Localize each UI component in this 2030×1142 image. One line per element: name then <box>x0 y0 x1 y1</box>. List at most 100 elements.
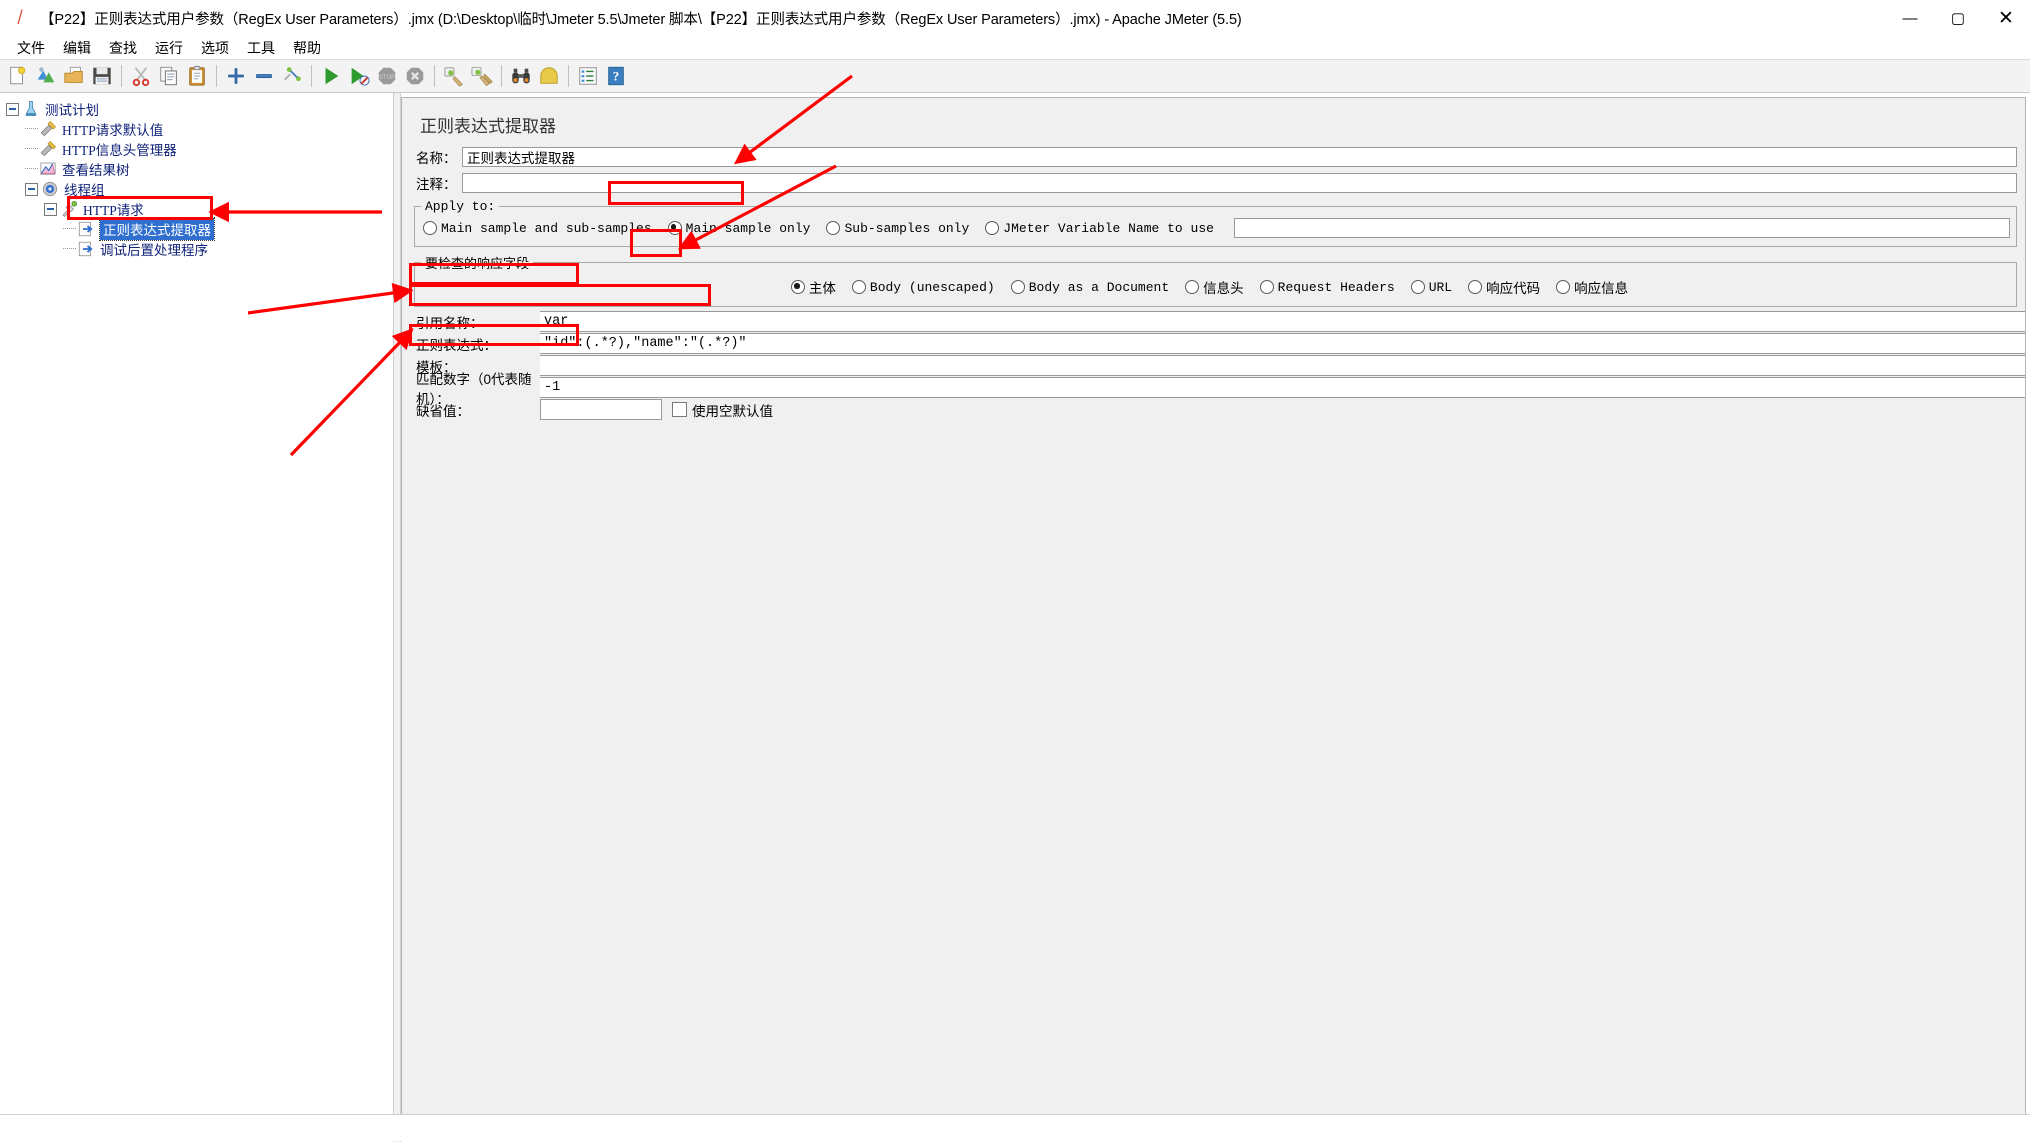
radio-option-label: Request Headers <box>1278 280 1395 295</box>
toolbar-separator <box>434 65 435 87</box>
toolbar-templates-icon[interactable] <box>33 63 59 89</box>
tree-collapse-handle-icon[interactable] <box>44 203 57 216</box>
apply-to-group: Apply to: Main sample and sub-samplesMai… <box>414 199 2017 247</box>
radio-headers[interactable]: 信息头 <box>1183 276 1246 298</box>
radio-option-label: Body as a Document <box>1029 280 1169 295</box>
toolbar-clear-all-broom-icon[interactable] <box>469 63 495 89</box>
tree-item-thread-group[interactable]: 线程组 <box>0 179 392 199</box>
tree-item-test-plan[interactable]: 测试计划 <box>0 99 392 119</box>
radio-url[interactable]: URL <box>1409 279 1454 296</box>
tree-item-label: HTTP请求默认值 <box>62 119 163 139</box>
field-regular-expression-input[interactable] <box>540 333 2025 354</box>
radio-body-unescaped[interactable]: Body (unescaped) <box>850 279 997 296</box>
menu-options[interactable]: 选项 <box>192 36 238 60</box>
toolbar-save-floppy-icon[interactable] <box>89 63 115 89</box>
tree-item-label: HTTP请求 <box>83 199 144 219</box>
toolbar-shutdown-icon[interactable] <box>402 63 428 89</box>
tree-item-http-defaults[interactable]: HTTP请求默认值 <box>0 119 392 139</box>
radio-main-only[interactable]: Main sample only <box>666 220 813 237</box>
radio-mark-icon <box>1260 280 1274 294</box>
toolbar-search-binoculars-icon[interactable] <box>508 63 534 89</box>
tree-item-http-header-manager[interactable]: HTTP信息头管理器 <box>0 139 392 159</box>
radio-option-label: 响应代码 <box>1486 277 1540 297</box>
use-empty-default-checkbox[interactable] <box>672 402 687 417</box>
radio-response-code[interactable]: 响应代码 <box>1466 276 1542 298</box>
regex-extractor-editor-panel: 正则表达式提取器 名称： 注释： Apply to: Main sample a… <box>401 97 2026 1138</box>
tree-item-view-results-tree[interactable]: 查看结果树 <box>0 159 392 179</box>
toolbar-separator <box>568 65 569 87</box>
comment-input[interactable] <box>462 173 2017 193</box>
toolbar-search-reset-icon[interactable] <box>536 63 562 89</box>
toolbar-expand-plus-icon[interactable] <box>223 63 249 89</box>
radio-mark-icon <box>826 221 840 235</box>
radio-response-message[interactable]: 响应信息 <box>1554 276 1630 298</box>
tree-collapse-handle-icon[interactable] <box>6 103 19 116</box>
toolbar-separator <box>121 65 122 87</box>
tree-collapse-handle-icon[interactable] <box>25 183 38 196</box>
radio-option-label: Main sample only <box>686 221 811 236</box>
tree-item-regex-extractor[interactable]: 正则表达式提取器 <box>0 219 392 239</box>
toolbar-stop-sign-icon[interactable]: STOP <box>374 63 400 89</box>
radio-mark-icon <box>1011 280 1025 294</box>
apply-to-radio-row: Main sample and sub-samples Main sample o… <box>421 218 2010 238</box>
radio-main-and-sub[interactable]: Main sample and sub-samples <box>421 220 654 237</box>
toolbar: STOP <box>0 59 2030 93</box>
toolbar-new-document-icon[interactable] <box>5 63 31 89</box>
svg-text:STOP: STOP <box>379 75 395 81</box>
tree-item-debug-postprocessor[interactable]: 调试后置处理程序 <box>0 239 392 259</box>
tree-item-label: 线程组 <box>64 179 105 199</box>
config-tools-icon <box>39 140 58 158</box>
field-template-input[interactable] <box>540 355 2025 376</box>
field-reference-name-input[interactable] <box>540 311 2025 332</box>
radio-sub-only[interactable]: Sub-samples only <box>824 220 971 237</box>
radio-jmeter-variable[interactable]: JMeter Variable Name to use <box>983 220 1216 237</box>
radio-request-headers[interactable]: Request Headers <box>1258 279 1397 296</box>
radio-body[interactable]: 主体 <box>789 276 838 298</box>
field-match-no-input[interactable] <box>540 377 2025 398</box>
test-plan-icon <box>22 100 41 118</box>
field-regular-expression-label: 正则表达式： <box>402 334 540 354</box>
toolbar-toggle-enable-icon[interactable] <box>279 63 305 89</box>
toolbar-separator <box>501 65 502 87</box>
field-reference-name-label: 引用名称： <box>402 312 540 332</box>
toolbar-start-play-icon[interactable] <box>318 63 344 89</box>
toolbar-paste-clipboard-icon[interactable] <box>184 63 210 89</box>
comment-label: 注释： <box>416 173 462 193</box>
minimize-button[interactable]: — <box>1886 0 1934 36</box>
post-processor-icon <box>77 220 96 238</box>
radio-option-label: 主体 <box>809 277 836 297</box>
toolbar-start-no-timers-icon[interactable] <box>346 63 372 89</box>
toolbar-collapse-minus-icon[interactable] <box>251 63 277 89</box>
title-bar: 【P22】正则表达式用户参数（RegEx User Parameters）.jm… <box>0 0 2030 37</box>
field-regular-expression-row: 正则表达式： <box>402 333 2025 354</box>
thread-group-icon <box>41 180 60 198</box>
use-empty-default-checkbox-wrap[interactable]: 使用空默认值 <box>672 400 773 420</box>
toolbar-clear-broom-icon[interactable] <box>441 63 467 89</box>
default-value-input[interactable] <box>540 399 662 420</box>
test-plan-tree[interactable]: 测试计划 HTTP请求默认值 HTTP信息头管理器 查看结果树 线程组 HTTP… <box>0 99 392 259</box>
post-processor-icon <box>77 240 96 258</box>
split-divider[interactable] <box>393 93 401 1142</box>
jmeter-variable-name-input[interactable] <box>1234 218 2010 238</box>
toolbar-function-helper-icon[interactable] <box>575 63 601 89</box>
tree-connector-line <box>63 228 76 230</box>
menu-search[interactable]: 查找 <box>100 36 146 60</box>
toolbar-copy-pages-icon[interactable] <box>156 63 182 89</box>
radio-mark-icon <box>985 221 999 235</box>
menu-tools[interactable]: 工具 <box>238 36 284 60</box>
menu-run[interactable]: 运行 <box>146 36 192 60</box>
radio-option-label: Main sample and sub-samples <box>441 221 652 236</box>
toolbar-open-folder-icon[interactable] <box>61 63 87 89</box>
radio-mark-icon <box>1411 280 1425 294</box>
maximize-button[interactable]: ▢ <box>1934 0 1982 36</box>
view-results-icon <box>39 160 58 178</box>
close-button[interactable]: ✕ <box>1982 0 2030 36</box>
toolbar-cut-scissors-icon[interactable] <box>128 63 154 89</box>
menu-file[interactable]: 文件 <box>8 36 54 60</box>
menu-help[interactable]: 帮助 <box>284 36 330 60</box>
name-input[interactable] <box>462 147 2017 167</box>
tree-item-http-request[interactable]: HTTP请求 <box>0 199 392 219</box>
toolbar-help-book-icon[interactable]: ? <box>603 63 629 89</box>
radio-body-as-document[interactable]: Body as a Document <box>1009 279 1171 296</box>
menu-edit[interactable]: 编辑 <box>54 36 100 60</box>
